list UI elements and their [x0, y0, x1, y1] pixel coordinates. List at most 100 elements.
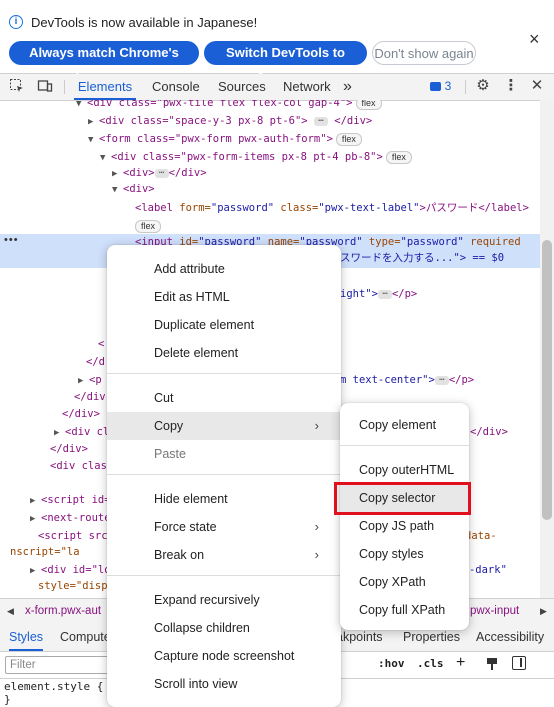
device-toolbar-icon[interactable] — [37, 78, 53, 94]
info-icon: i — [9, 15, 23, 29]
menu-item-paste[interactable]: Paste — [107, 440, 341, 468]
tree-node-label[interactable]: <label form="password" class="pwx-text-l… — [135, 200, 529, 217]
tree-node-fragment: </div> — [62, 408, 100, 420]
tab-elements[interactable]: Elements — [74, 74, 136, 100]
paint-brush-icon[interactable] — [486, 657, 498, 670]
flex-badge[interactable]: flex — [335, 132, 362, 146]
scroll-right-icon[interactable]: ▶ — [540, 599, 547, 623]
more-options-icon[interactable]: ⋮ — [503, 78, 519, 94]
tree-node[interactable]: ▶ <div>… </div> — [112, 165, 207, 182]
element-style-close: } — [4, 693, 11, 706]
tree-node[interactable]: ▼ <div class="pwx-form-items px-8 pt-4 pb… — [100, 149, 412, 166]
new-style-rule-button[interactable]: + — [456, 654, 465, 672]
menu-item-copy[interactable]: Copy › — [107, 412, 341, 440]
chevron-right-icon: › — [314, 418, 319, 433]
tab-console[interactable]: Console — [152, 74, 200, 100]
chevron-right-icon: › — [314, 519, 319, 534]
sidebar-toggle-icon[interactable] — [512, 656, 526, 670]
scrollbar-thumb[interactable] — [542, 240, 552, 520]
tree-node-fragment[interactable]: ▶ <div id="lo — [30, 562, 111, 579]
dont-show-again-button[interactable]: Don't show again — [372, 41, 476, 65]
tree-node-fragment: </div> — [470, 426, 508, 438]
settings-gear-icon[interactable]: ⚙ — [475, 78, 491, 94]
submenu-item-copy-js-path[interactable]: Copy JS path — [340, 512, 469, 540]
tree-node[interactable]: ▼ <div> — [112, 181, 155, 198]
ellipsis-icon[interactable]: … — [434, 373, 449, 385]
ellipsis-icon[interactable]: … — [154, 166, 169, 178]
hover-state-toggle[interactable]: :hov — [378, 657, 405, 670]
tree-node[interactable]: ▼ <form class="pwx-form pwx-auth-form"> fl… — [88, 131, 362, 148]
tab-computed[interactable]: Compute — [60, 623, 111, 651]
menu-item-scroll-into-view[interactable]: Scroll into view — [107, 670, 341, 698]
submenu-item-copy-outerhtml[interactable]: Copy outerHTML — [340, 456, 469, 484]
menu-item-force-state-label: Force state — [154, 520, 217, 534]
close-icon[interactable]: × — [529, 29, 540, 50]
submenu-item-copy-full-xpath[interactable]: Copy full XPath — [340, 596, 469, 624]
tree-node-badge: flex — [132, 218, 162, 235]
tree-node-fragment[interactable]: ▶ <div cl — [54, 424, 109, 441]
menu-separator — [340, 445, 469, 446]
tree-node-fragment: <div clas — [50, 460, 107, 472]
submenu-item-copy-styles[interactable]: Copy styles — [340, 540, 469, 568]
tree-node-fragment: </div — [74, 391, 106, 403]
element-style-selector: element.style { — [4, 680, 104, 693]
breadcrumb-item[interactable]: pwx-input — [470, 599, 519, 623]
tree-node[interactable]: ▼ <div class="pwx-tile flex flex-col gap-… — [76, 100, 382, 112]
menu-item-break-on-label: Break on — [154, 548, 205, 562]
selected-node-continuation: スワードを入力する..."> == $0 — [340, 252, 505, 264]
always-match-language-button[interactable]: Always match Chrome's language — [9, 41, 199, 84]
tree-node-fragment: </d — [86, 356, 105, 368]
tree-node-fragment: </div> — [50, 443, 88, 455]
flex-badge[interactable]: flex — [135, 219, 162, 233]
tab-accessibility[interactable]: Accessibility — [476, 623, 544, 651]
menu-item-add-attribute[interactable]: Add attribute — [107, 255, 341, 283]
menu-item-copy-label: Copy — [154, 419, 184, 433]
element-style-rule[interactable]: element.style {} — [4, 680, 103, 706]
submenu-item-copy-element[interactable]: Copy element — [340, 411, 469, 439]
menu-item-break-on[interactable]: Break on › — [107, 541, 341, 569]
class-toggle[interactable]: .cls — [417, 657, 444, 670]
menu-item-cut[interactable]: Cut — [107, 384, 341, 412]
ellipsis-icon[interactable]: … — [377, 287, 392, 299]
menu-separator — [107, 474, 341, 475]
menu-item-edit-as-html[interactable]: Edit as HTML — [107, 283, 341, 311]
breadcrumb-item[interactable]: x-form.pwx-aut — [25, 599, 101, 623]
tree-node-fragment: < — [98, 338, 105, 350]
menu-item-duplicate-element[interactable]: Duplicate element — [107, 311, 341, 339]
menu-item-hide-element[interactable]: Hide element — [107, 485, 341, 513]
message-icon — [430, 82, 441, 92]
menu-item-collapse-children[interactable]: Collapse children — [107, 614, 341, 642]
scroll-left-icon[interactable]: ◀ — [7, 599, 14, 623]
more-tabs-button[interactable]: » — [343, 74, 352, 100]
close-devtools-icon[interactable]: ✕ — [529, 78, 545, 94]
tree-node-fragment: data- — [465, 530, 497, 542]
devtools-toolbar: Elements Console Sources Network » 3 ⚙ ⋮… — [0, 74, 554, 101]
menu-item-force-state[interactable]: Force state › — [107, 513, 341, 541]
tree-node-fragment[interactable]: ▶ <next-route — [30, 510, 111, 527]
tree-node[interactable]: ▶ <div class="space-y-3 px-8 pt-6"> … </d… — [88, 113, 372, 130]
flex-badge[interactable]: flex — [355, 100, 382, 110]
menu-item-capture-node-screenshot[interactable]: Capture node screenshot — [107, 642, 341, 670]
menu-separator — [107, 575, 341, 576]
switch-to-japanese-button[interactable]: Switch DevTools to Japanese — [204, 41, 367, 84]
tree-node-fragment: <script src — [38, 530, 108, 542]
menu-separator — [107, 373, 341, 374]
flex-badge[interactable]: flex — [385, 150, 412, 164]
copy-submenu: Copy element Copy outerHTML Copy selecto… — [340, 403, 469, 630]
toolbar-divider — [465, 80, 466, 94]
issues-counter[interactable]: 3 — [430, 78, 456, 94]
tree-node-fragment: nscript="la — [10, 546, 80, 558]
tree-node-fragment[interactable]: ▶ <p — [78, 372, 102, 389]
issues-count: 3 — [444, 79, 452, 93]
submenu-item-copy-xpath[interactable]: Copy XPath — [340, 568, 469, 596]
inspect-element-icon[interactable] — [9, 78, 25, 94]
highlight-annotation-box — [334, 482, 471, 515]
tab-styles[interactable]: Styles — [9, 623, 44, 651]
tab-sources[interactable]: Sources — [218, 74, 266, 100]
menu-item-expand-recursively[interactable]: Expand recursively — [107, 586, 341, 614]
tree-node-fragment[interactable]: ▶ <script id= — [30, 492, 111, 509]
chevron-right-icon: › — [314, 547, 319, 562]
menu-item-delete-element[interactable]: Delete element — [107, 339, 341, 367]
tab-network[interactable]: Network — [283, 74, 331, 100]
ellipsis-icon[interactable]: … — [313, 114, 328, 126]
